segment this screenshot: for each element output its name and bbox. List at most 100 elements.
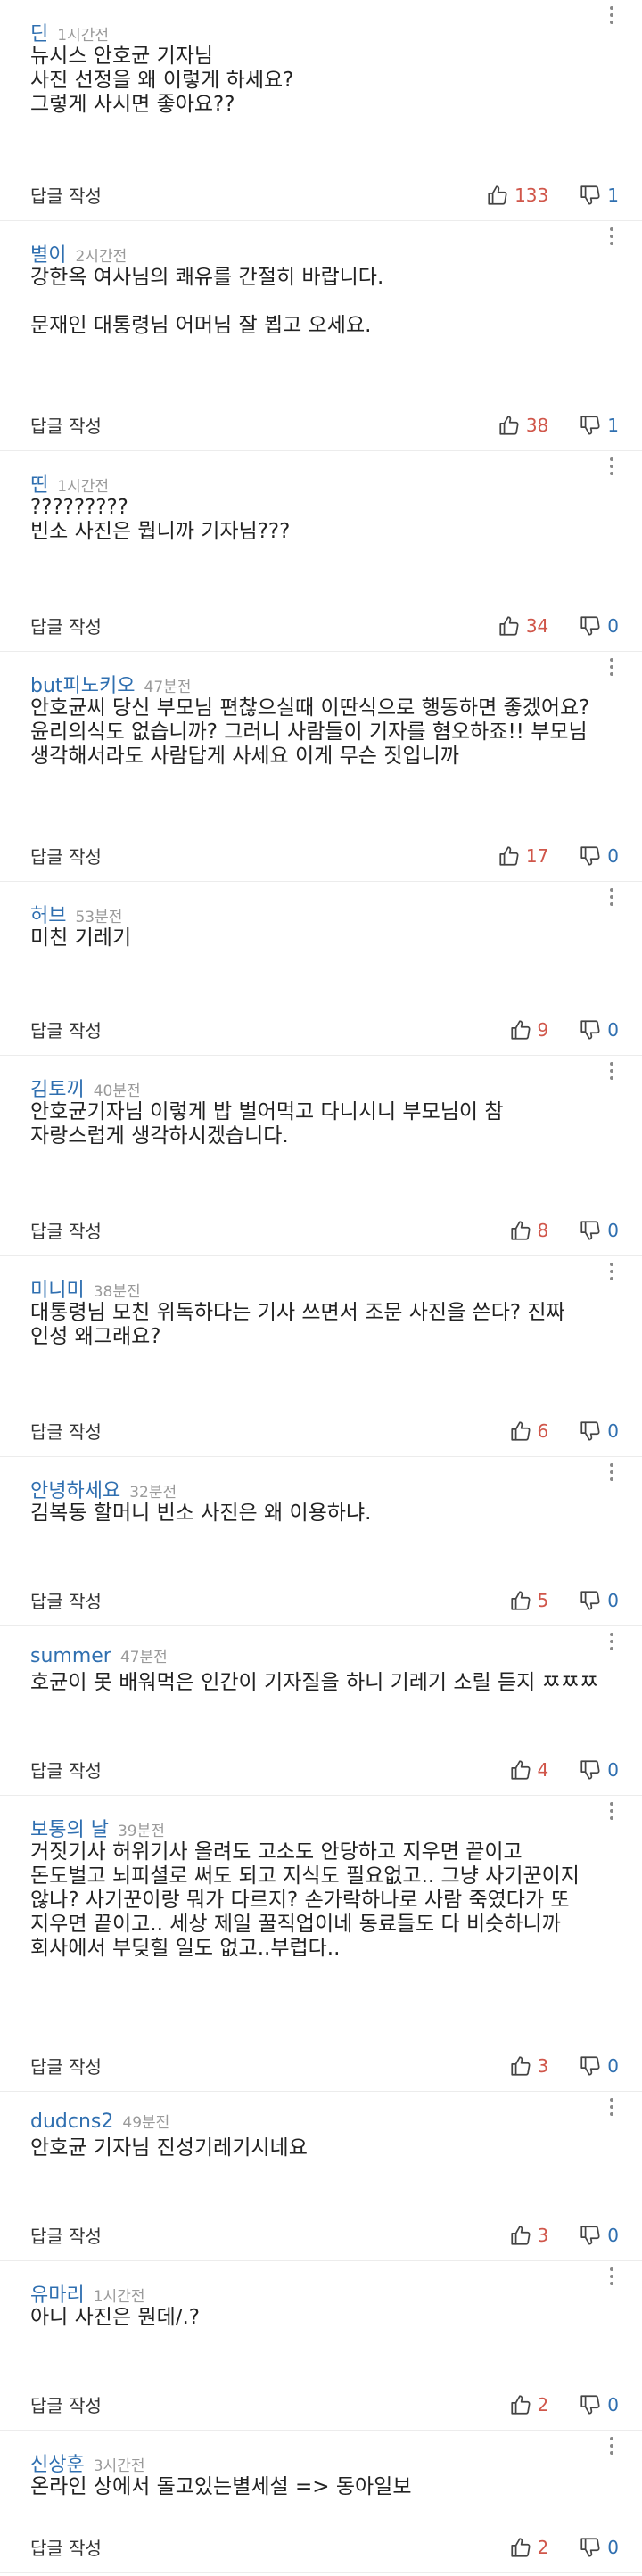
more-vertical-icon[interactable] [601,1258,622,1285]
comment-nickname[interactable]: 미니미 [30,1274,85,1303]
reply-button[interactable]: 답글 작성 [30,1016,509,1042]
more-vertical-icon[interactable] [601,223,622,250]
comment-time: 39분전 [117,1823,165,1840]
reply-button[interactable]: 답글 작성 [30,412,498,438]
comment-item: 신상훈 3시간전 온라인 상에서 돌고있는별세설 => 동아일보 답글 작성 2 0 [0,2431,642,2573]
dislike-button[interactable]: 0 [579,1758,619,1782]
more-vertical-icon[interactable] [601,2,622,29]
comment-nickname[interactable]: 김토끼 [30,1074,85,1102]
comment-nickname[interactable]: but피노키오 [30,670,136,698]
comment-text-line: 강한옥 여사님의 쾌유를 간절히 바랍니다. [30,266,384,289]
dislike-button[interactable]: 0 [579,2393,619,2416]
reply-button[interactable]: 답글 작성 [30,1757,509,1782]
like-count: 34 [525,614,549,637]
comment-item: 김토끼 40분전 안호균기자님 이렇게 밥 벌어먹고 다니시니 부모님이 참 자랑스럽… [0,1056,642,1256]
thumbs-up-icon [509,1589,538,1612]
more-vertical-icon[interactable] [601,2432,622,2459]
like-count: 9 [537,1018,549,1041]
more-vertical-icon[interactable] [601,654,622,680]
like-button[interactable]: 17 [498,844,548,868]
more-vertical-icon[interactable] [601,1798,622,1824]
like-button[interactable]: 2 [509,2393,548,2416]
like-button[interactable]: 34 [498,614,548,638]
comment-nickname[interactable]: 보통의 날 [30,1814,109,1842]
like-count: 38 [525,414,549,436]
comment-nickname[interactable]: 띤 [30,469,48,498]
like-button[interactable]: 6 [509,1420,549,1443]
comment-actions: 답글 작성 2 0 [30,2534,619,2560]
comment-text-line: 미친 기레기 [30,926,132,950]
like-button[interactable]: 4 [509,1758,548,1782]
more-vertical-icon[interactable] [601,453,622,480]
like-count: 17 [525,844,549,867]
reply-button[interactable]: 답글 작성 [30,1217,509,1243]
comment-time: 1시간전 [93,2288,145,2306]
comment-body: 안호균씨 당신 부모님 편찮으실때 이딴식으로 행동하면 좋겠어요? 윤리의식도 … [30,691,612,769]
dislike-button[interactable]: 0 [579,2536,619,2559]
comment-nickname[interactable]: 딘 [30,18,48,46]
like-button[interactable]: 2 [509,2536,548,2559]
comment-text-line: 문재인 대통령님 어머님 잘 뵙고 오세요. [30,314,372,337]
thumbs-down-icon [579,1018,607,1041]
reply-button[interactable]: 답글 작성 [30,2053,509,2078]
reply-button[interactable]: 답글 작성 [30,182,486,208]
like-button[interactable]: 38 [498,414,548,437]
dislike-button[interactable]: 0 [579,1219,619,1242]
dislike-button[interactable]: 0 [579,1018,619,1041]
dislike-button[interactable]: 0 [579,2054,619,2078]
dislike-count: 0 [607,2224,619,2246]
dislike-button[interactable]: 0 [579,614,619,638]
reply-button[interactable]: 답글 작성 [30,2534,509,2560]
comment-item: 보통의 날 39분전 거짓기사 허위기사 올려도 고소도 안당하고 지우면 끝이고 돈… [0,1796,642,2092]
reply-button[interactable]: 답글 작성 [30,1418,509,1444]
like-button[interactable]: 3 [509,2224,548,2247]
thumbs-down-icon [579,1219,607,1242]
comment-body: 강한옥 여사님의 쾌유를 간절히 바랍니다. 문재인 대통령님 어머님 잘 뵙고 … [30,260,612,338]
comment-actions: 답글 작성 2 0 [30,2391,619,2417]
comment-body: ????????? 빈소 사진은 뭡니까 기자님??? [30,490,612,544]
reply-button[interactable]: 답글 작성 [30,2222,509,2248]
dislike-count: 0 [607,1589,619,1611]
comment-time: 1시간전 [57,478,109,496]
comment-item: 유마리 1시간전 아니 사진은 뭔데/.? 답글 작성 2 0 [0,2261,642,2431]
more-vertical-icon[interactable] [601,2094,622,2120]
comment-nickname[interactable]: dudcns2 [30,2111,113,2133]
comment-nickname[interactable]: 신상훈 [30,2448,85,2477]
comment-nickname[interactable]: 별이 [30,239,66,267]
comment-text-line: 윤리의식도 없습니까? 그러니 사람들이 기자를 혐오하죠!! 부모님 [30,720,588,744]
reply-button[interactable]: 답글 작성 [30,2391,509,2417]
more-vertical-icon[interactable] [601,1628,622,1655]
like-count: 133 [514,184,549,206]
dislike-button[interactable]: 0 [579,844,619,868]
like-button[interactable]: 9 [509,1018,549,1041]
comment-nickname[interactable]: summer [30,1645,111,1667]
like-button[interactable]: 5 [509,1589,548,1612]
more-vertical-icon[interactable] [601,2263,622,2290]
comment-actions: 답글 작성 17 0 [30,843,619,868]
dislike-button[interactable]: 0 [579,1589,619,1612]
more-vertical-icon[interactable] [601,884,622,910]
like-button[interactable]: 133 [486,184,548,207]
dislike-button[interactable]: 0 [579,2224,619,2247]
comment-nickname[interactable]: 허브 [30,900,66,928]
thumbs-down-icon [579,1589,607,1612]
thumbs-up-icon [486,184,514,207]
comment-nickname[interactable]: 안녕하세요 [30,1475,120,1503]
dislike-button[interactable]: 0 [579,1420,619,1443]
like-button[interactable]: 3 [509,2054,548,2078]
dislike-button[interactable]: 1 [579,184,619,207]
reply-button[interactable]: 답글 작성 [30,1587,509,1613]
reply-button[interactable]: 답글 작성 [30,613,498,638]
thumbs-down-icon [579,2054,607,2078]
like-count: 6 [537,1420,549,1442]
comment-item: 안녕하세요 32분전 김복동 할머니 빈소 사진은 왜 이용하냐. 답글 작성 5 0 [0,1457,642,1626]
comment-nickname[interactable]: 유마리 [30,2279,85,2308]
more-vertical-icon[interactable] [601,1058,622,1084]
dislike-button[interactable]: 1 [579,414,619,437]
dislike-count: 0 [607,2054,619,2077]
reply-button[interactable]: 답글 작성 [30,843,498,868]
thumbs-down-icon [579,1758,607,1782]
more-vertical-icon[interactable] [601,1459,622,1486]
comment-text-line: 호균이 못 배워먹은 인간이 기자질을 하니 기레기 소릴 듣지 ㅉㅉㅉ [30,1671,599,1694]
like-button[interactable]: 8 [509,1219,548,1242]
